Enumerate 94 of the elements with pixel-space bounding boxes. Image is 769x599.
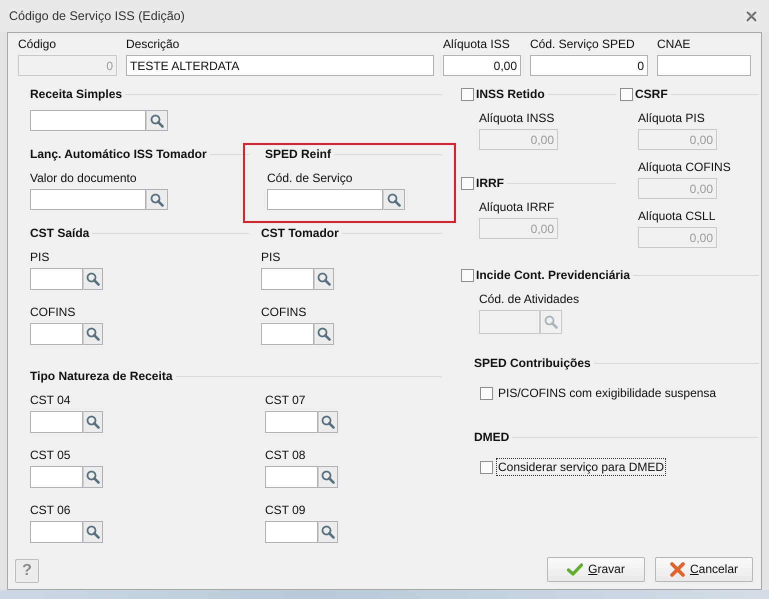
- search-button[interactable]: [383, 189, 405, 210]
- section-title[interactable]: Incide Cont. Previdenciária: [474, 268, 634, 282]
- checkbox[interactable]: [461, 268, 474, 282]
- search-button[interactable]: [318, 466, 338, 488]
- search-button[interactable]: [314, 323, 334, 345]
- search-button[interactable]: [318, 411, 338, 433]
- search-button[interactable]: [83, 323, 103, 345]
- section-title: SPED Reinf: [264, 147, 332, 161]
- section-title: Receita Simples: [29, 87, 124, 101]
- field-label: Código: [18, 37, 58, 51]
- section-title: CST Saída: [29, 226, 90, 240]
- search-icon: [86, 272, 100, 286]
- input-field[interactable]: [265, 521, 318, 543]
- input-field[interactable]: [30, 521, 83, 543]
- input-field[interactable]: [265, 466, 318, 488]
- section-title[interactable]: CSRF: [633, 87, 671, 101]
- section-title[interactable]: IRRF: [474, 176, 507, 190]
- field-label: Descrição: [126, 37, 180, 51]
- close-button[interactable]: [745, 10, 758, 22]
- field-label: Cód. de Atividades: [479, 292, 580, 306]
- field-label: CST 06: [30, 503, 72, 517]
- search-button[interactable]: [83, 268, 103, 290]
- checkbox[interactable]: [461, 176, 474, 190]
- search-button[interactable]: [83, 521, 103, 543]
- input-field[interactable]: [657, 55, 751, 76]
- checkbox-label[interactable]: Considerar serviço para DMED: [496, 458, 666, 476]
- input-field[interactable]: 0,00: [443, 55, 521, 76]
- input-field[interactable]: [267, 189, 383, 210]
- field-label: Alíquota COFINS: [638, 160, 732, 174]
- checkbox[interactable]: [480, 460, 493, 474]
- field-label: Alíquota PIS: [638, 111, 706, 125]
- save-button[interactable]: Gravar: [547, 556, 645, 582]
- field-label: CST 07: [265, 393, 306, 407]
- input-field[interactable]: [30, 323, 83, 345]
- search-button[interactable]: [146, 110, 168, 131]
- search-icon: [387, 192, 401, 206]
- search-icon: [86, 327, 100, 341]
- input-field[interactable]: [30, 411, 83, 433]
- search-icon: [317, 327, 331, 341]
- field-label: CST 05: [30, 448, 72, 462]
- input-field[interactable]: [30, 110, 146, 131]
- field-label: CST 04: [30, 393, 72, 407]
- input-field[interactable]: [30, 466, 83, 488]
- window-title: Código de Serviço ISS (Edição): [9, 9, 185, 23]
- search-button[interactable]: [83, 411, 103, 433]
- search-icon: [321, 470, 335, 484]
- section-title: SPED Contribuições: [473, 356, 592, 370]
- search-icon: [150, 192, 164, 206]
- search-icon: [321, 525, 335, 539]
- field-label: Alíquota IRRF: [479, 200, 556, 214]
- field-label: Alíquota CSLL: [638, 209, 716, 223]
- close-icon: [746, 10, 757, 22]
- field-label: COFINS: [261, 305, 308, 319]
- input-field[interactable]: [261, 268, 314, 290]
- section-title: DMED: [473, 430, 510, 444]
- checkbox[interactable]: [480, 386, 493, 400]
- checkbox[interactable]: [461, 88, 474, 100]
- search-button[interactable]: [318, 521, 338, 543]
- field-label: CNAE: [657, 37, 692, 51]
- input-field[interactable]: [30, 189, 146, 210]
- search-icon: [86, 470, 100, 484]
- input-field[interactable]: [265, 411, 318, 433]
- field-label: CST 08: [265, 448, 306, 462]
- search-button[interactable]: [146, 189, 168, 210]
- field-label: COFINS: [30, 305, 76, 319]
- input-field[interactable]: [261, 323, 314, 345]
- search-icon: [150, 114, 164, 128]
- search-icon: [321, 415, 335, 429]
- field-label: PIS: [261, 250, 282, 264]
- field-label: Cód. de Serviço: [267, 171, 354, 185]
- cancel-button[interactable]: Cancelar: [655, 556, 753, 582]
- checkmark-icon: [567, 562, 584, 576]
- field-label: Valor do documento: [30, 171, 138, 185]
- field-label: PIS: [30, 250, 50, 264]
- search-button[interactable]: [314, 268, 334, 290]
- checkbox[interactable]: [620, 88, 633, 100]
- section-title: CST Tomador: [260, 226, 340, 240]
- checkbox-label[interactable]: PIS/COFINS com exigibilidade suspensa: [496, 384, 718, 402]
- search-icon: [86, 525, 100, 539]
- input-field[interactable]: TESTE ALTERDATA: [126, 55, 434, 76]
- section-title: Lanç. Automático ISS Tomador: [29, 147, 208, 161]
- search-icon: [317, 272, 331, 286]
- field-label: CST 09: [265, 503, 306, 517]
- field-label: Cód. Serviço SPED: [530, 37, 636, 51]
- field-label: Alíquota INSS: [479, 111, 556, 125]
- section-title[interactable]: INSS Retido: [474, 87, 548, 101]
- input-field[interactable]: [30, 268, 83, 290]
- search-icon: [86, 415, 100, 429]
- field-label: Alíquota ISS: [443, 37, 511, 51]
- search-icon: [544, 315, 558, 329]
- section-title: Tipo Natureza de Receita: [29, 369, 174, 383]
- cross-icon: [670, 562, 685, 576]
- input-field[interactable]: 0: [530, 55, 648, 76]
- search-button[interactable]: [83, 466, 103, 488]
